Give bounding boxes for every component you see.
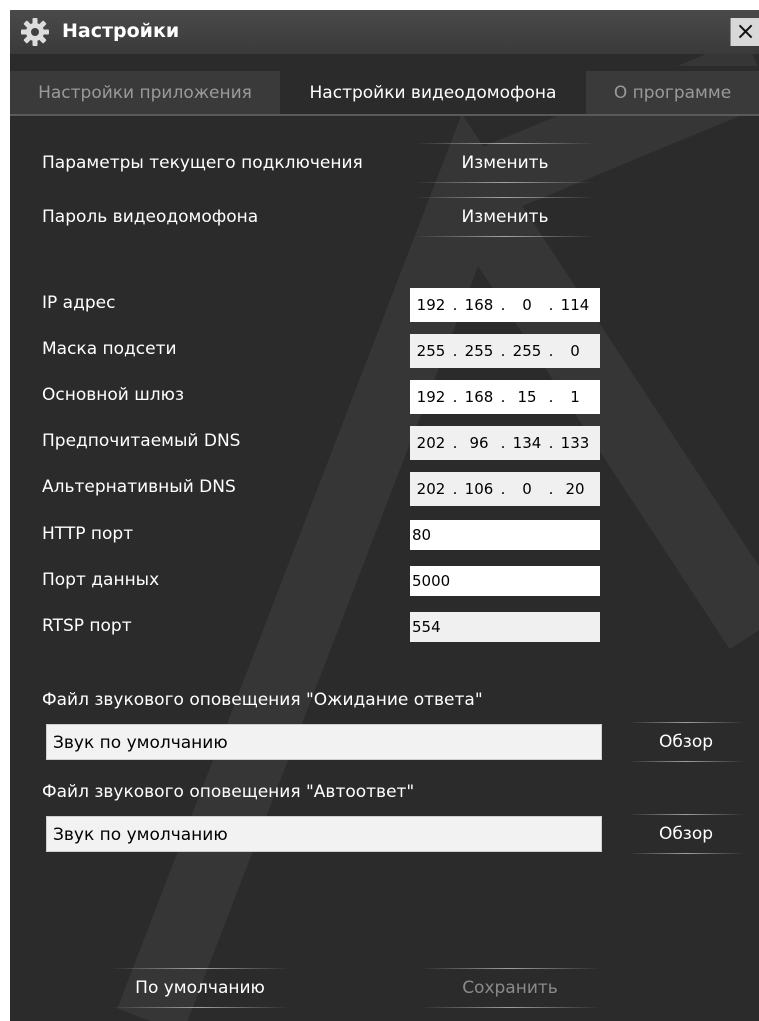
dot-separator: .: [548, 388, 554, 406]
ip-octet: 114: [560, 296, 590, 314]
current-connection-label: Параметры текущего подключения: [42, 153, 363, 173]
ip-octet: 134: [512, 434, 542, 452]
gateway-input[interactable]: 192. 168. 15. 1: [410, 380, 600, 414]
waiting-sound-label: Файл звукового оповещения "Ожидание отве…: [42, 690, 483, 710]
tab-bar: Настройки приложения Настройки видеодомо…: [10, 66, 759, 116]
ip-octet: 168: [464, 296, 494, 314]
ip-address-label: IP адрес: [42, 293, 116, 313]
dot-separator: .: [452, 342, 458, 360]
dot-separator: .: [548, 434, 554, 452]
dot-separator: .: [500, 388, 506, 406]
ip-octet: 20: [565, 480, 585, 498]
dot-separator: .: [452, 388, 458, 406]
ip-octet: 192: [416, 388, 446, 406]
change-connection-button[interactable]: Изменить: [415, 143, 595, 183]
dot-separator: .: [500, 434, 506, 452]
ip-octet: 168: [464, 388, 494, 406]
window-title: Настройки: [62, 20, 180, 42]
title-bar: Настройки ×: [10, 10, 759, 54]
gear-icon: [21, 18, 49, 46]
http-port-label: HTTP порт: [42, 524, 134, 544]
subnet-mask-label: Маска подсети: [42, 339, 177, 359]
alternate-dns-label: Альтернативный DNS: [42, 477, 236, 497]
rtsp-port-label: RTSP порт: [42, 616, 132, 636]
autoanswer-sound-field[interactable]: Звук по умолчанию: [46, 816, 602, 852]
gateway-label: Основной шлюз: [42, 385, 185, 405]
alternate-dns-input[interactable]: 202. 106. 0. 20: [410, 472, 600, 506]
dot-separator: .: [500, 480, 506, 498]
ip-octet: 255: [464, 342, 494, 360]
autoanswer-sound-label: Файл звукового оповещения "Автоответ": [42, 782, 415, 802]
ip-address-input[interactable]: 192. 168. 0. 114: [410, 288, 600, 322]
browse-autoanswer-button[interactable]: Обзор: [628, 814, 744, 854]
change-password-button[interactable]: Изменить: [415, 197, 595, 237]
ip-octet: 0: [522, 480, 532, 498]
ip-octet: 1: [570, 388, 580, 406]
data-port-label: Порт данных: [42, 570, 160, 590]
defaults-button[interactable]: По умолчанию: [110, 968, 290, 1008]
ip-octet: 202: [416, 434, 446, 452]
tab-app-settings[interactable]: Настройки приложения: [10, 71, 280, 115]
dot-separator: .: [548, 342, 554, 360]
ip-octet: 133: [560, 434, 590, 452]
dot-separator: .: [548, 296, 554, 314]
ip-octet: 96: [469, 434, 489, 452]
dot-separator: .: [452, 480, 458, 498]
tab-divider: [10, 114, 759, 116]
waiting-sound-field[interactable]: Звук по умолчанию: [46, 724, 602, 760]
intercom-password-label: Пароль видеодомофона: [42, 207, 259, 227]
tab-intercom-settings[interactable]: Настройки видеодомофона: [284, 71, 582, 115]
ip-octet: 202: [416, 480, 446, 498]
ip-octet: 15: [517, 388, 537, 406]
ip-octet: 106: [464, 480, 494, 498]
primary-dns-input[interactable]: 202. 96. 134. 133: [410, 426, 600, 460]
subnet-mask-input[interactable]: 255. 255. 255. 0: [410, 334, 600, 368]
ip-octet: 0: [570, 342, 580, 360]
rtsp-port-input[interactable]: 554: [410, 612, 600, 642]
tab-about[interactable]: О программе: [586, 71, 759, 115]
ip-octet: 0: [522, 296, 532, 314]
data-port-input[interactable]: 5000: [410, 566, 600, 596]
dot-separator: .: [452, 296, 458, 314]
save-button[interactable]: Сохранить: [420, 968, 600, 1008]
dot-separator: .: [500, 342, 506, 360]
dot-separator: .: [548, 480, 554, 498]
ip-octet: 255: [512, 342, 542, 360]
ip-octet: 192: [416, 296, 446, 314]
primary-dns-label: Предпочитаемый DNS: [42, 431, 241, 451]
http-port-input[interactable]: 80: [410, 520, 600, 550]
close-icon[interactable]: ×: [730, 18, 759, 46]
dot-separator: .: [500, 296, 506, 314]
dot-separator: .: [452, 434, 458, 452]
browse-waiting-button[interactable]: Обзор: [628, 722, 744, 762]
ip-octet: 255: [416, 342, 446, 360]
settings-window: Настройки × Настройки приложения Настрой…: [10, 10, 759, 1021]
